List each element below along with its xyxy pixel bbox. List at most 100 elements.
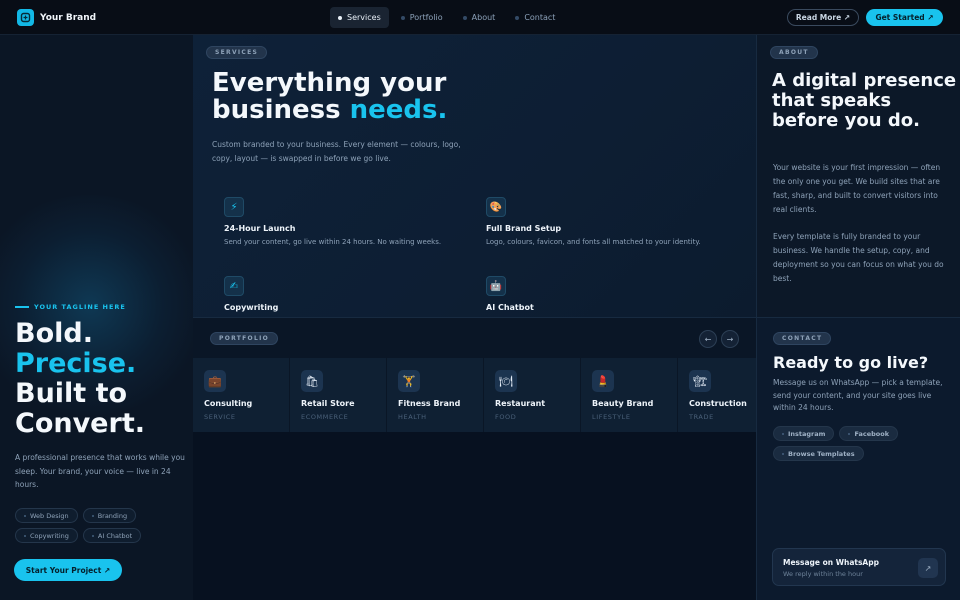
carousel-next-button[interactable]: →: [721, 330, 739, 348]
card-category: SERVICE: [204, 413, 236, 421]
nav-dot-icon: [400, 15, 405, 20]
whatsapp-card[interactable]: Message on WhatsApp We reply within the …: [772, 548, 946, 586]
nav-dot-icon: [515, 15, 520, 20]
facebook-link[interactable]: Facebook: [839, 426, 899, 441]
chip-branding: Branding: [82, 508, 137, 523]
whatsapp-title: Message on WhatsApp: [783, 558, 879, 567]
top-nav: Your Brand Services Portfolio About Cont…: [0, 0, 960, 35]
feature-copywriting: ✍ Copywriting: [224, 276, 484, 312]
hero-panel: YOUR TAGLINE HERE Bold. Precise. Built t…: [0, 35, 193, 600]
lightning-icon: ⚡: [224, 197, 244, 217]
brand-logo-icon: [17, 9, 34, 26]
nav-link-about[interactable]: About: [455, 7, 504, 28]
chip-label: AI Chatbot: [97, 531, 133, 540]
palette-icon: 🎨: [486, 197, 506, 217]
services-title-line1: Everything your: [212, 68, 447, 98]
chip-dot-icon: [91, 514, 94, 517]
feature-24-hour-launch: ⚡ 24-Hour Launch Send your content, go l…: [224, 197, 484, 246]
services-description: Custom branded to your business. Every e…: [212, 140, 461, 163]
card-category: TRADE: [689, 413, 714, 421]
portfolio-card-beauty-brand[interactable]: 💄 Beauty Brand LIFESTYLE: [581, 358, 677, 433]
services-title-accent: needs.: [349, 95, 448, 125]
nav-link-contact[interactable]: Contact: [507, 7, 563, 28]
arrow-up-right-icon[interactable]: ↗: [918, 558, 938, 578]
services-title-plain: business: [212, 95, 350, 125]
brand-name: Your Brand: [40, 12, 97, 23]
about-title: A digital presence that speaks before yo…: [772, 70, 957, 131]
services-section: SERVICES Everything your business needs.…: [193, 35, 756, 317]
nav-link-label: Contact: [524, 13, 556, 22]
hero-tagline: YOUR TAGLINE HERE: [15, 303, 126, 311]
construction-icon: 🏗: [689, 370, 711, 392]
feature-ai-chatbot: 🤖 AI Chatbot: [486, 276, 746, 312]
chip-dot-icon: [782, 452, 784, 455]
chip-dot-icon: [782, 432, 784, 435]
tagline-text: YOUR TAGLINE HERE: [34, 303, 126, 311]
nav-dot-icon: [338, 15, 342, 20]
hero-title-line1: Bold.: [15, 318, 93, 349]
hero-title: Bold. Precise. Built to Convert.: [15, 319, 145, 439]
feature-title: AI Chatbot: [486, 303, 534, 312]
contact-title: Ready to go live?: [773, 353, 929, 372]
portfolio-cards: 💼 Consulting SERVICE 🛍 Retail Store ECOM…: [193, 358, 756, 433]
card-name: Retail Store: [301, 399, 355, 408]
contact-badge: CONTACT: [773, 332, 832, 345]
card-name: Construction: [689, 399, 747, 408]
chip-label: Branding: [97, 511, 128, 520]
card-category: HEALTH: [398, 413, 427, 421]
writing-hand-icon: ✍: [224, 276, 244, 296]
nav-link-label: Services: [347, 13, 381, 22]
chip-dot-icon: [24, 514, 26, 517]
main-empty-area: [193, 432, 756, 600]
contact-links: Instagram Facebook Browse Templates: [773, 426, 955, 461]
chip-ai-chatbot: AI Chatbot: [82, 528, 142, 543]
shopping-bags-icon: 🛍: [301, 370, 323, 392]
hero-title-line3: Built to: [15, 378, 128, 409]
whatsapp-subtitle: We reply within the hour: [783, 570, 863, 578]
card-category: FOOD: [495, 413, 517, 421]
about-section: ABOUT A digital presence that speaks bef…: [756, 35, 960, 317]
nav-links: Services Portfolio About Contact: [330, 7, 563, 28]
chip-label: Web Design: [30, 511, 69, 520]
chip-dot-icon: [91, 534, 94, 537]
portfolio-card-retail-store[interactable]: 🛍 Retail Store ECOMMERCE: [290, 358, 386, 433]
card-name: Beauty Brand: [592, 399, 654, 408]
about-badge: ABOUT: [770, 46, 818, 59]
portfolio-card-consulting[interactable]: 💼 Consulting SERVICE: [193, 358, 289, 433]
carousel-prev-button[interactable]: ←: [699, 330, 717, 348]
card-category: ECOMMERCE: [301, 413, 349, 421]
portfolio-card-construction[interactable]: 🏗 Construction TRADE: [678, 358, 756, 433]
hero-title-line4: Convert.: [15, 408, 145, 439]
read-more-button[interactable]: Read More ↗: [787, 9, 859, 26]
portfolio-badge: PORTFOLIO: [210, 332, 278, 345]
feature-title: Copywriting: [224, 303, 279, 312]
feature-title: 24-Hour Launch: [224, 224, 296, 233]
card-category: LIFESTYLE: [592, 413, 631, 421]
lipstick-icon: 💄: [592, 370, 614, 392]
card-name: Restaurant: [495, 399, 546, 408]
nav-link-portfolio[interactable]: Portfolio: [393, 7, 451, 28]
chip-copywriting: Copywriting: [15, 528, 78, 543]
instagram-link[interactable]: Instagram: [773, 426, 835, 441]
card-name: Fitness Brand: [398, 399, 461, 408]
chip-label: Copywriting: [30, 531, 69, 540]
briefcase-icon: 💼: [204, 370, 226, 392]
browse-templates-link[interactable]: Browse Templates: [773, 446, 864, 461]
about-paragraph-2: Every template is fully branded to your …: [773, 232, 944, 283]
start-project-button[interactable]: Start Your Project ↗: [14, 559, 122, 581]
portfolio-section: PORTFOLIO ← → 💼 Consulting SERVICE 🛍 Ret…: [193, 317, 756, 433]
get-started-button[interactable]: Get Started ↗: [866, 9, 943, 26]
contact-section: CONTACT Ready to go live? Message us on …: [756, 317, 960, 600]
services-title: Everything your business needs.: [212, 70, 447, 124]
nav-link-services[interactable]: Services: [330, 7, 389, 28]
chip-web-design: Web Design: [15, 508, 78, 523]
page-root: Your Brand Services Portfolio About Cont…: [0, 0, 960, 600]
chip-label: Instagram: [788, 429, 826, 438]
portfolio-card-restaurant[interactable]: 🍽 Restaurant FOOD: [484, 358, 580, 433]
hero-title-line2: Precise.: [15, 348, 137, 379]
brand[interactable]: Your Brand: [17, 9, 96, 26]
feature-full-brand-setup: 🎨 Full Brand Setup Logo, colours, favico…: [486, 197, 746, 246]
hero-description: A professional presence that works while…: [15, 453, 185, 489]
nav-dot-icon: [462, 15, 467, 20]
portfolio-card-fitness-brand[interactable]: 🏋 Fitness Brand HEALTH: [387, 358, 483, 433]
